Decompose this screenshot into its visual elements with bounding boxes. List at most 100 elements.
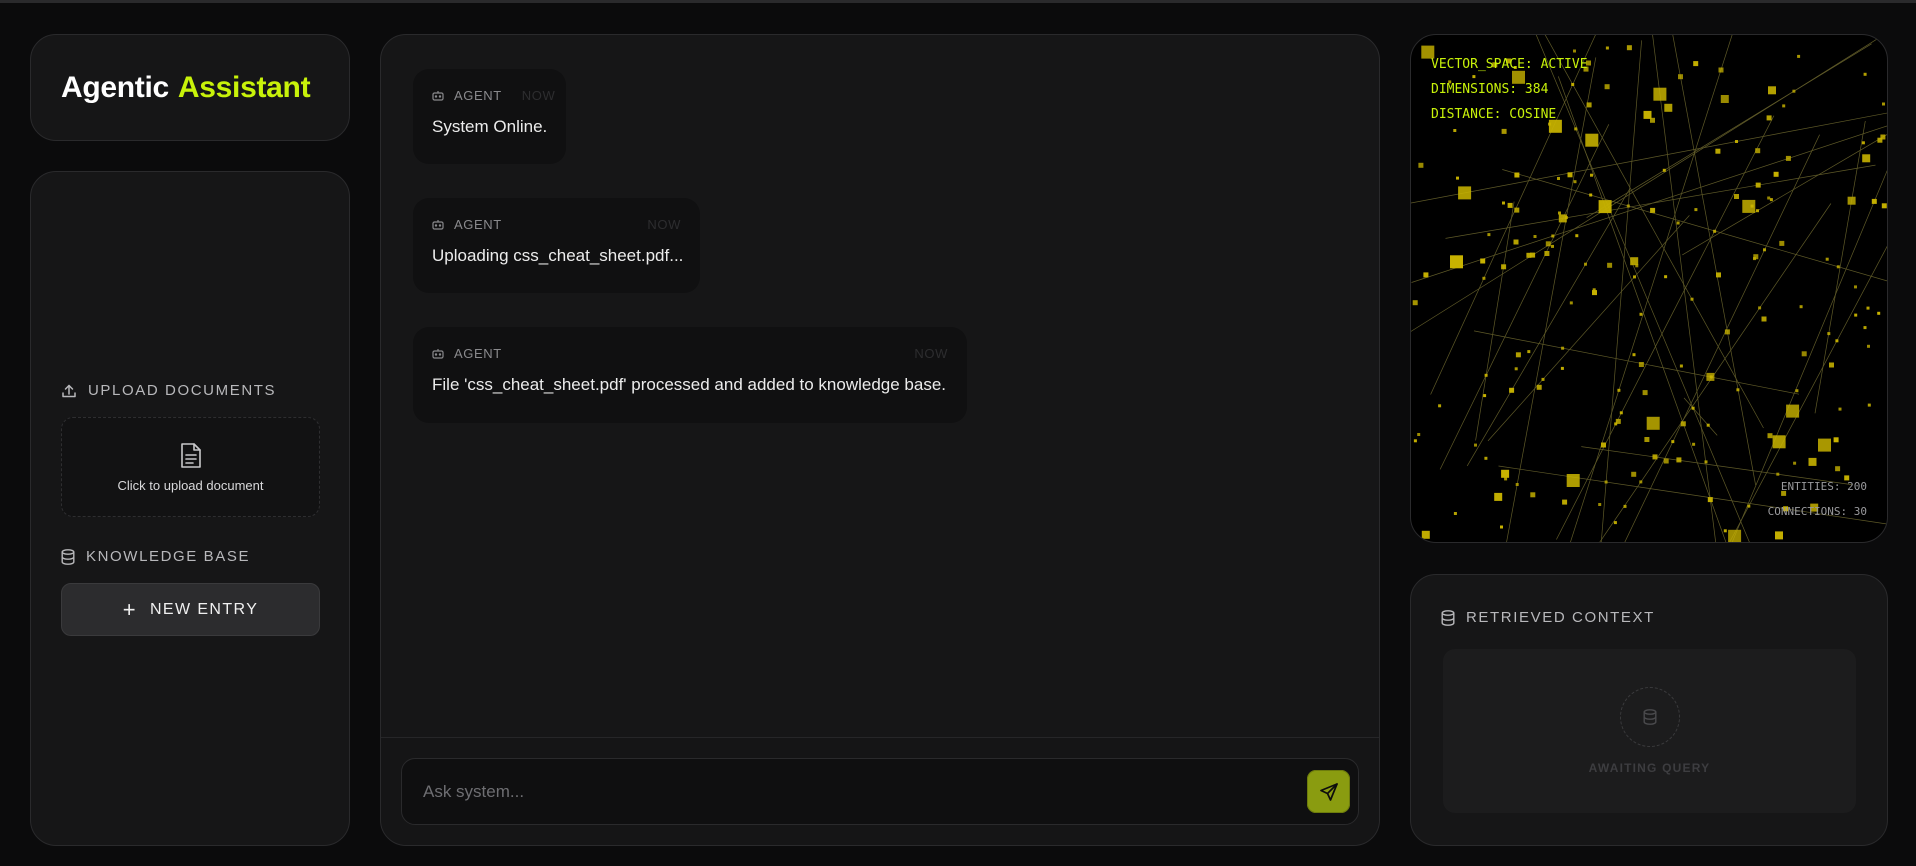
knowledge-base-title: Knowledge Base xyxy=(61,548,250,565)
send-button[interactable] xyxy=(1307,770,1350,813)
chat-input[interactable] xyxy=(402,759,1282,824)
vector-node xyxy=(1480,258,1486,264)
vector-connection xyxy=(1729,245,1887,542)
vector-node xyxy=(1795,389,1799,393)
upload-section-label: Upload Documents xyxy=(88,382,277,399)
vector-node xyxy=(1862,154,1871,163)
vector-node xyxy=(1604,84,1610,90)
vector-node xyxy=(1723,529,1727,533)
vector-node xyxy=(1728,529,1742,542)
vector-node xyxy=(1500,525,1503,529)
vector-node xyxy=(1662,168,1666,172)
message-sender: Agent xyxy=(454,217,502,232)
vector-node xyxy=(1515,352,1521,358)
retrieved-context-box: Awaiting Query xyxy=(1443,649,1856,813)
vector-node xyxy=(1882,102,1885,106)
vector-node xyxy=(1763,248,1766,252)
vector-node xyxy=(1458,186,1472,200)
vector-node xyxy=(1571,83,1575,86)
vector-space-panel: VECTOR_SPACE: ACTIVE DIMENSIONS: 384 DIS… xyxy=(1410,34,1888,543)
vector-node xyxy=(1664,103,1673,112)
vector-node xyxy=(1592,290,1597,296)
retrieved-context-label: Retrieved Context xyxy=(1466,609,1655,626)
chat-message: Agent Now Uploading css_cheat_sheet.pdf.… xyxy=(413,198,700,293)
robot-icon xyxy=(432,220,444,230)
vector-space-connections: CONNECTIONS: 30 xyxy=(1767,505,1867,518)
logo-text-agentic: Agentic xyxy=(61,70,169,104)
database-icon xyxy=(1642,709,1657,725)
vector-node xyxy=(1484,373,1488,377)
vector-node xyxy=(1835,339,1839,343)
vector-node xyxy=(1630,257,1639,266)
vector-node xyxy=(1881,203,1887,209)
vector-node xyxy=(1750,204,1754,208)
robot-icon xyxy=(432,349,444,359)
vector-node xyxy=(1632,353,1636,357)
vector-node xyxy=(1548,122,1552,126)
vector-connection xyxy=(1586,43,1872,218)
new-entry-button[interactable]: + New Entry xyxy=(61,583,320,636)
vector-node xyxy=(1797,54,1801,58)
vector-node xyxy=(1767,433,1773,439)
vector-node xyxy=(1526,252,1532,258)
context-placeholder-circle xyxy=(1619,687,1680,747)
vector-node xyxy=(1679,364,1683,368)
vector-node xyxy=(1713,229,1717,233)
vector-node xyxy=(1680,421,1686,427)
vector-node xyxy=(1676,221,1680,225)
vector-node xyxy=(1766,115,1772,121)
vector-node xyxy=(1863,72,1867,76)
vector-node xyxy=(1720,95,1729,103)
robot-icon xyxy=(432,91,444,101)
vector-connection xyxy=(1411,125,1887,283)
vector-node xyxy=(1678,74,1683,80)
vector-node xyxy=(1871,198,1877,204)
vector-node xyxy=(1718,67,1724,73)
vector-node xyxy=(1643,110,1652,119)
vector-node xyxy=(1494,492,1503,501)
vector-node xyxy=(1605,46,1609,50)
chat-panel: Agent Now System Online. Agent Now Uploa… xyxy=(380,34,1380,846)
vector-node xyxy=(1551,234,1555,238)
vector-node xyxy=(1585,133,1599,147)
vector-node xyxy=(1793,461,1797,465)
logo-text-assistant: Assistant xyxy=(177,70,311,104)
vector-node xyxy=(1704,460,1708,464)
vector-node xyxy=(1573,49,1576,53)
vector-node xyxy=(1761,316,1767,322)
vector-node xyxy=(1421,530,1430,539)
vector-node xyxy=(1785,155,1791,161)
vector-node xyxy=(1566,474,1580,487)
vector-node xyxy=(1513,239,1519,245)
vector-node xyxy=(1558,214,1567,223)
vector-node xyxy=(1567,172,1573,178)
upload-dropzone[interactable]: Click to upload document xyxy=(61,417,320,517)
retrieved-context-title: Retrieved Context xyxy=(1441,609,1655,626)
vector-node xyxy=(1755,182,1761,188)
vector-node xyxy=(1474,443,1477,447)
vector-node xyxy=(1693,61,1699,67)
vector-node xyxy=(1776,472,1780,476)
vector-node xyxy=(1736,388,1740,392)
vector-node xyxy=(1691,406,1695,410)
vector-node xyxy=(1707,497,1713,503)
vector-node xyxy=(1650,207,1656,213)
vector-node xyxy=(1747,504,1751,508)
vector-node xyxy=(1507,202,1513,208)
vector-node xyxy=(1633,275,1636,279)
vector-node xyxy=(1709,375,1713,379)
database-icon xyxy=(61,548,75,565)
vector-node xyxy=(1501,264,1507,270)
vector-node xyxy=(1866,306,1870,310)
message-sender: Agent xyxy=(454,346,502,361)
vector-node xyxy=(1716,272,1721,278)
vector-node xyxy=(1833,437,1839,443)
message-text: File 'css_cheat_sheet.pdf' processed and… xyxy=(432,375,947,394)
sidebar: Upload Documents Click to upload documen… xyxy=(30,171,350,846)
knowledge-base-label: Knowledge Base xyxy=(86,548,251,565)
chat-message: Agent Now File 'css_cheat_sheet.pdf' pro… xyxy=(413,327,967,423)
vector-connection xyxy=(1672,35,1756,486)
vector-node xyxy=(1545,241,1551,247)
upload-icon xyxy=(62,384,76,397)
vector-node xyxy=(1615,418,1621,424)
